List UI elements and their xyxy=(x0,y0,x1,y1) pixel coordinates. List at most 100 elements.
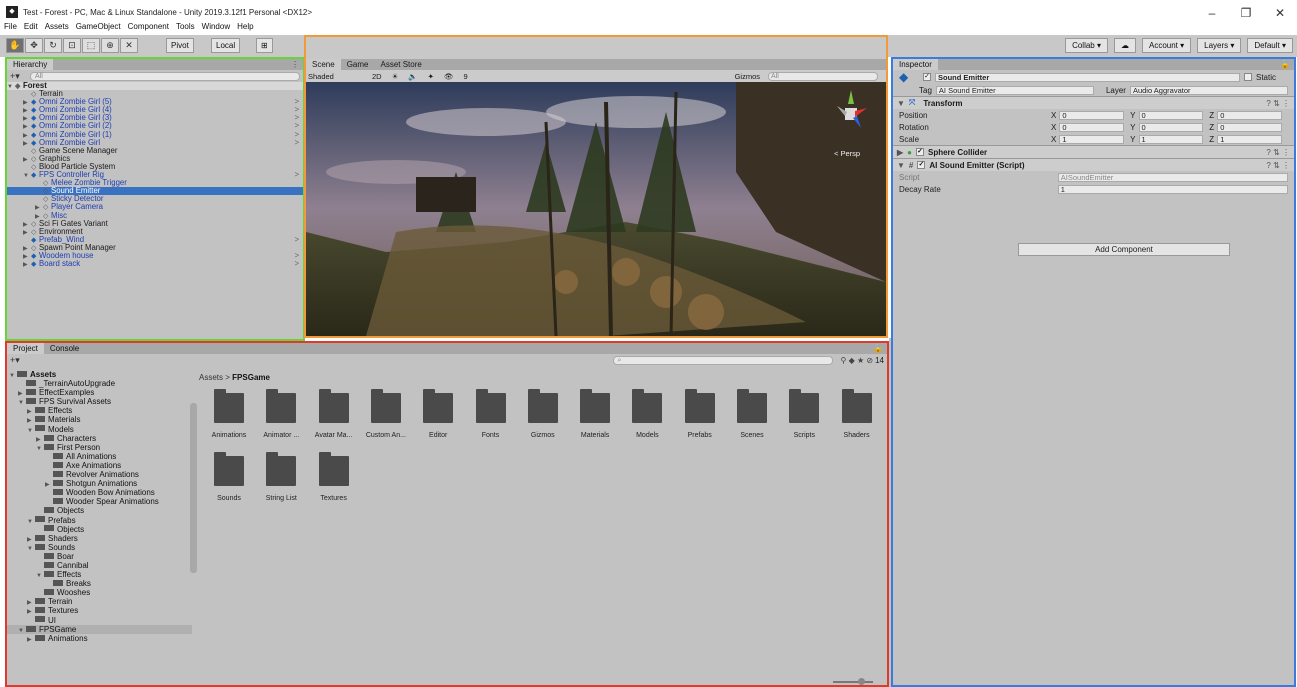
expand-arrow-icon[interactable]: ▶ xyxy=(23,261,31,269)
lighting-icon[interactable]: ☀ xyxy=(390,72,399,81)
project-folder-item[interactable]: ▶ Textures xyxy=(7,606,192,615)
project-folder-item[interactable]: All Animations xyxy=(7,452,192,461)
maximize-button[interactable]: ❐ xyxy=(1229,0,1263,24)
transform-x-field[interactable]: 1 xyxy=(1059,134,1125,144)
visibility-icon[interactable]: 👁 xyxy=(442,72,454,81)
tab-hierarchy[interactable]: Hierarchy xyxy=(7,59,54,70)
tree-scrollbar[interactable] xyxy=(190,403,197,573)
transform-x-field[interactable]: 0 xyxy=(1059,122,1125,132)
rect-tool-icon[interactable]: ⬚ xyxy=(82,38,100,53)
project-folder-item[interactable]: Wooshes xyxy=(7,588,192,597)
create-asset-button[interactable]: +▾ xyxy=(10,355,30,366)
project-folder-item[interactable]: Axe Animations xyxy=(7,461,192,470)
component-menu-icon[interactable]: ? ⇅ ⋮ xyxy=(1266,99,1290,108)
open-prefab-icon[interactable]: > xyxy=(294,259,299,268)
project-folder-item[interactable]: ▶ Effects xyxy=(7,406,192,415)
lock-icon[interactable]: 🔒 xyxy=(1280,60,1290,69)
expand-arrow-icon[interactable]: ▼ xyxy=(9,372,17,381)
breadcrumb-current[interactable]: FPSGame xyxy=(232,373,270,382)
asset-folder[interactable]: Editor xyxy=(412,389,464,439)
create-button[interactable]: +▾ xyxy=(10,71,30,82)
custom-tool-icon[interactable]: ✕ xyxy=(120,38,138,53)
panel-menu-icon[interactable]: ⋮ xyxy=(291,60,299,69)
menu-edit[interactable]: Edit xyxy=(24,22,38,34)
asset-folder[interactable]: Materials xyxy=(569,389,621,439)
project-folder-item[interactable]: ▼ Sounds xyxy=(7,543,192,552)
gizmos-dropdown[interactable]: Gizmos xyxy=(733,72,760,81)
scene-viewport[interactable]: < Persp xyxy=(306,82,886,336)
persp-label[interactable]: < Persp xyxy=(834,149,860,158)
transform-y-field[interactable]: 0 xyxy=(1138,122,1204,132)
asset-folder[interactable]: Avatar Ma... xyxy=(308,389,360,439)
asset-folder[interactable]: Textures xyxy=(308,452,360,502)
open-prefab-icon[interactable]: > xyxy=(294,170,299,179)
project-folder-item[interactable]: UI xyxy=(7,616,192,625)
asset-folder[interactable]: Animations xyxy=(203,389,255,439)
collab-dropdown[interactable]: Collab ▾ xyxy=(1065,38,1108,53)
project-folder-item[interactable]: ▶ Shaders xyxy=(7,534,192,543)
asset-folder[interactable]: Shaders xyxy=(831,389,883,439)
project-folder-item[interactable]: Revolver Animations xyxy=(7,470,192,479)
project-folder-item[interactable]: Wooden Bow Animations xyxy=(7,488,192,497)
local-toggle[interactable]: Local xyxy=(211,38,241,53)
expand-arrow-icon[interactable]: ▼ xyxy=(18,399,26,408)
open-prefab-icon[interactable]: > xyxy=(294,138,299,147)
active-checkbox[interactable]: ✓ xyxy=(923,73,931,81)
transform-z-field[interactable]: 0 xyxy=(1217,122,1282,132)
scene-search-input[interactable]: All xyxy=(768,71,878,81)
close-button[interactable]: ✕ xyxy=(1263,0,1297,24)
tab-project[interactable]: Project xyxy=(7,343,44,354)
tab-inspector[interactable]: Inspector xyxy=(893,59,938,70)
asset-folder[interactable]: Models xyxy=(621,389,673,439)
transform-header[interactable]: ▼ ⤧ Transform ? ⇅ ⋮ xyxy=(893,96,1294,109)
project-folder-item[interactable]: ▼ First Person xyxy=(7,443,192,452)
project-folder-item[interactable]: ▶ Materials xyxy=(7,415,192,424)
layout-dropdown[interactable]: Default ▾ xyxy=(1247,38,1293,53)
project-folder-item[interactable]: Wooder Spear Animations xyxy=(7,497,192,506)
project-folder-item[interactable]: ▶ EffectExamples xyxy=(7,388,192,397)
hierarchy-search-input[interactable]: All xyxy=(30,71,300,81)
asset-folder[interactable]: Prefabs xyxy=(674,389,726,439)
transform-y-field[interactable]: 1 xyxy=(1138,134,1204,144)
toggle-2d[interactable]: 2D xyxy=(370,72,382,81)
tab-asset-store[interactable]: Asset Store xyxy=(374,59,427,70)
transform-y-field[interactable]: 0 xyxy=(1138,110,1204,120)
expand-arrow-icon[interactable]: ▼ xyxy=(36,572,44,581)
asset-folder[interactable]: Scenes xyxy=(726,389,778,439)
expand-arrow-icon[interactable]: ▼ xyxy=(27,545,35,554)
layers-dropdown[interactable]: Layers ▾ xyxy=(1197,38,1242,53)
transform-tool-icon[interactable]: ⊕ xyxy=(101,38,119,53)
add-component-button[interactable]: Add Component xyxy=(1018,243,1230,256)
transform-x-field[interactable]: 0 xyxy=(1059,110,1125,120)
project-folder-item[interactable]: ▼ Models xyxy=(7,425,192,434)
asset-folder[interactable]: Scripts xyxy=(778,389,830,439)
transform-z-field[interactable]: 0 xyxy=(1217,110,1282,120)
project-folder-item[interactable]: ▼ Effects xyxy=(7,570,192,579)
menu-window[interactable]: Window xyxy=(202,22,230,34)
cloud-icon[interactable]: ☁ xyxy=(1114,38,1136,53)
menu-tools[interactable]: Tools xyxy=(176,22,195,34)
script-component-header[interactable]: ▼ # ✓ AI Sound Emitter (Script) ? ⇅ ⋮ xyxy=(893,158,1294,171)
sphere-collider-header[interactable]: ▶ ● ✓ Sphere Collider ? ⇅ ⋮ xyxy=(893,145,1294,158)
asset-folder[interactable]: Animator ... xyxy=(255,389,307,439)
project-folder-item[interactable]: ▼ FPS Survival Assets xyxy=(7,397,192,406)
account-dropdown[interactable]: Account ▾ xyxy=(1142,38,1192,53)
project-folder-item[interactable]: ▼ Assets xyxy=(7,370,192,379)
project-folder-item[interactable]: Cannibal xyxy=(7,561,192,570)
scale-tool-icon[interactable]: ⊡ xyxy=(63,38,81,53)
audio-icon[interactable]: 🔈 xyxy=(406,72,417,81)
expand-arrow-icon[interactable]: ▼ xyxy=(36,445,44,454)
filter-icon[interactable]: ⚲ ◆ ★ ⊘ xyxy=(841,356,874,365)
decay-rate-field[interactable]: 1 xyxy=(1057,184,1288,194)
effects-icon[interactable]: ✦ xyxy=(426,72,434,81)
script-field[interactable]: AISoundEmitter xyxy=(1057,172,1288,182)
project-folder-item[interactable]: _TerrainAutoUpgrade xyxy=(7,379,192,388)
expand-arrow-icon[interactable]: ▼ xyxy=(27,427,35,436)
project-search-input[interactable]: ⌕ xyxy=(612,355,833,365)
asset-folder[interactable]: Sounds xyxy=(203,452,255,502)
menu-file[interactable]: File xyxy=(4,22,17,34)
expand-arrow-icon[interactable]: ▶ xyxy=(27,636,35,645)
asset-folder[interactable]: Custom An... xyxy=(360,389,412,439)
asset-folder[interactable]: Fonts xyxy=(465,389,517,439)
zoom-slider[interactable] xyxy=(833,678,873,685)
